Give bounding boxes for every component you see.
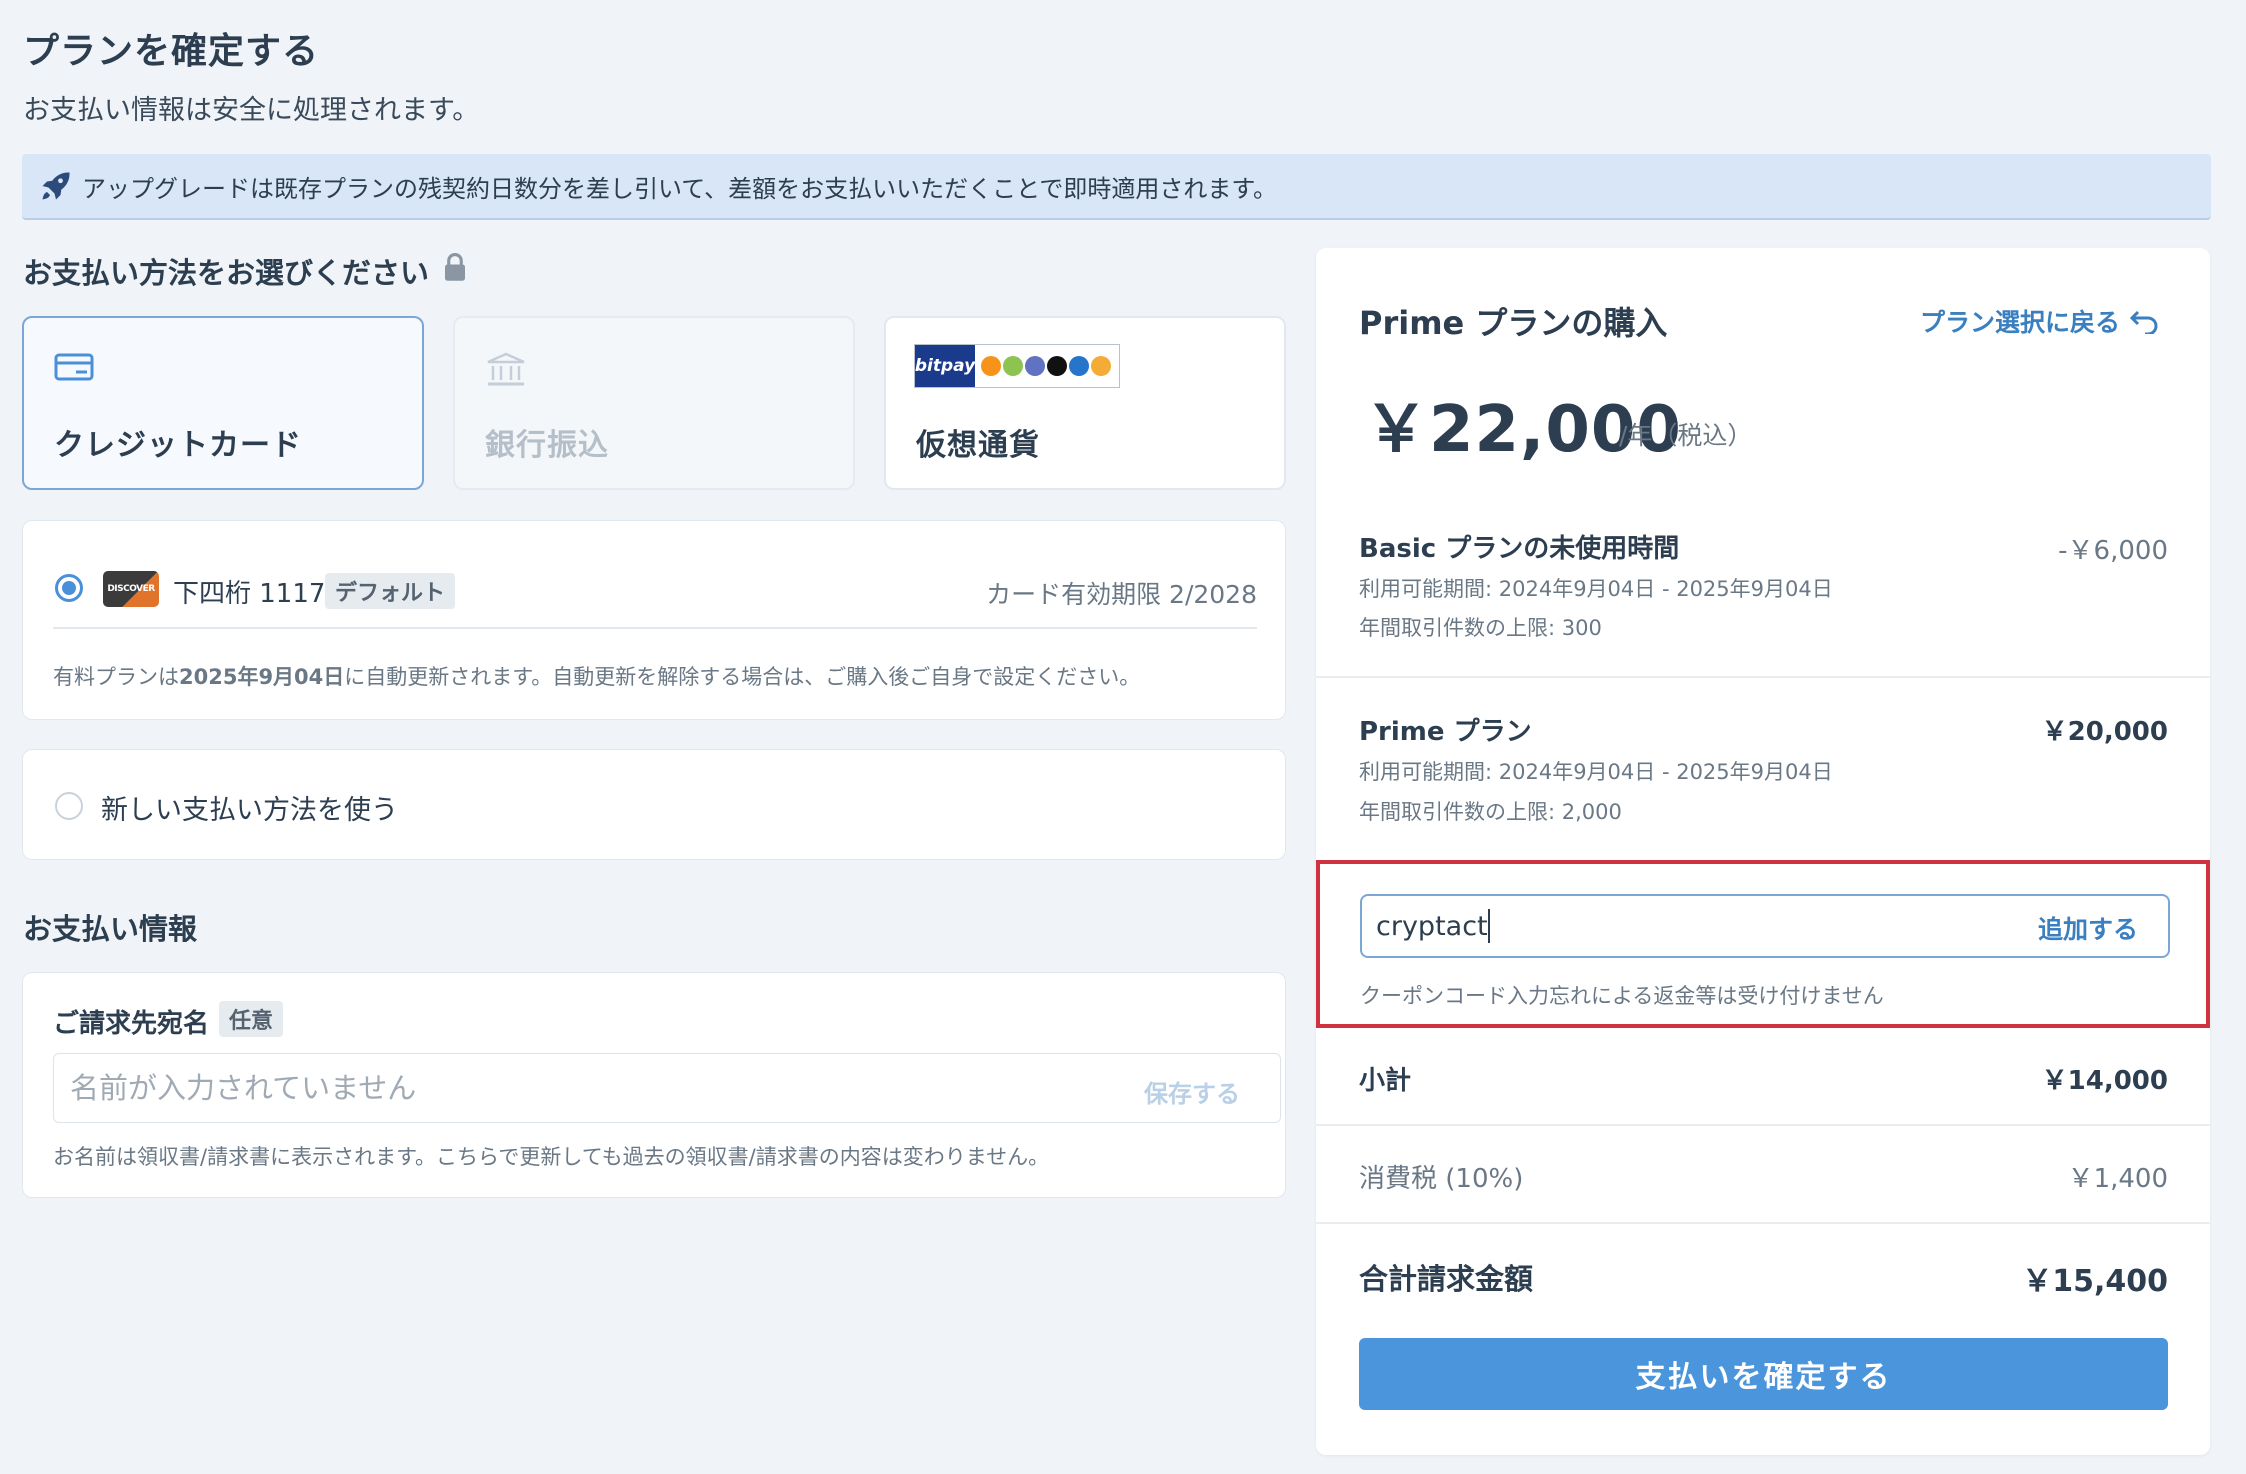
new-method-label: 新しい支払い方法を使う (101, 795, 398, 826)
optional-tag: 任意 (219, 1001, 284, 1037)
method-label-crypto: 仮想通貨 (916, 428, 1040, 463)
bitcoin-cash-icon (1003, 356, 1023, 376)
subtotal-label: 小計 (1359, 1066, 1412, 1096)
method-crypto[interactable]: bitpay 仮想通貨 (884, 316, 1286, 490)
ethereum-icon (1025, 356, 1045, 376)
line-item-title: Basic プランの未使用時間 (1359, 534, 1680, 564)
new-method-radio[interactable] (55, 792, 83, 820)
method-label-bank: 銀行振込 (485, 428, 609, 463)
line-item-limit: 年間取引件数の上限: 300 (1359, 616, 1602, 640)
bitcoin-icon (981, 356, 1001, 376)
summary-divider (1316, 1222, 2210, 1224)
discover-card-icon: DISCOVER (103, 571, 159, 607)
coupon-input[interactable]: cryptact 追加する (1360, 894, 2170, 958)
text-cursor (1487, 909, 1490, 943)
lock-icon (445, 252, 465, 281)
line-item-period: 利用可能期間: 2024年9月04日 - 2025年9月04日 (1359, 760, 1833, 784)
subtotal-amount: ￥14,000 (2041, 1066, 2168, 1096)
xrp-icon (1047, 356, 1067, 376)
coupon-note: クーポンコード入力忘れによる返金等は受け付けません (1360, 984, 1884, 1008)
confirm-payment-button[interactable]: 支払いを確定する (1359, 1338, 2168, 1410)
bank-icon (487, 352, 525, 386)
notice-text: アップグレードは既存プランの残契約日数分を差し引いて、差額をお支払いいただくこと… (82, 174, 1277, 203)
billing-name-field[interactable]: 保存する (53, 1053, 1281, 1123)
billing-name-label: ご請求先宛名 (53, 1009, 210, 1039)
renewal-note-prefix: 有料プランは (53, 665, 179, 689)
default-tag: デフォルト (325, 573, 456, 609)
renewal-date: 2025年9月04日 (179, 665, 345, 689)
price-unit: /年（税込） (1619, 421, 1753, 450)
payment-method-heading: お支払い方法をお選びください (23, 256, 430, 290)
dai-icon (1091, 356, 1111, 376)
bitpay-logo-text: bitpay (915, 345, 975, 387)
coupon-section: cryptact 追加する クーポンコード入力忘れによる返金等は受け付けません (1316, 860, 2210, 1028)
method-bank-transfer: 銀行振込 (453, 316, 855, 490)
billing-heading: お支払い情報 (23, 912, 198, 946)
line-item-limit: 年間取引件数の上限: 2,000 (1359, 800, 1622, 824)
bitpay-crypto-logo: bitpay (914, 344, 1120, 388)
card-last-four: 下四桁 1117 (173, 579, 326, 609)
rocket-icon (42, 172, 70, 200)
billing-name-input[interactable] (70, 1054, 970, 1122)
summary-divider (1316, 1124, 2210, 1126)
usdc-icon (1069, 356, 1089, 376)
billing-panel: ご請求先宛名 任意 保存する お名前は領収書/請求書に表示されます。こちらで更新… (22, 972, 1286, 1198)
summary-divider (1316, 676, 2210, 678)
card-divider (53, 627, 1257, 629)
new-payment-method-option[interactable]: 新しい支払い方法を使う (22, 749, 1286, 860)
total-label: 合計請求金額 (1359, 1262, 1534, 1296)
tax-label: 消費税 (10%) (1359, 1164, 1524, 1194)
renewal-note: 有料プランは2025年9月04日に自動更新されます。自動更新を解除する場合は、ご… (53, 661, 1140, 691)
back-label: プラン選択に戻る (1919, 308, 2120, 337)
line-item-period: 利用可能期間: 2024年9月04日 - 2025年9月04日 (1359, 577, 1833, 601)
total-amount: ￥15,400 (2022, 1264, 2168, 1299)
card-expiry: カード有効期限 2/2028 (986, 580, 1257, 609)
back-to-plan-link[interactable]: プラン選択に戻る (1920, 303, 2160, 339)
billing-note: お名前は領収書/請求書に表示されます。こちらで更新しても過去の領収書/請求書の内… (53, 1145, 1050, 1169)
tax-amount: ￥1,400 (2067, 1164, 2168, 1194)
coupon-value: cryptact (1376, 910, 1488, 942)
line-item-amount: ￥20,000 (2041, 717, 2168, 747)
renewal-note-suffix: に自動更新されます。自動更新を解除する場合は、ご購入後ご自身で設定ください。 (344, 665, 1141, 689)
saved-card-radio[interactable] (55, 574, 83, 602)
save-name-button[interactable]: 保存する (1144, 1074, 1240, 1109)
order-summary-panel: Prime プランの購入 プラン選択に戻る ￥22,000 /年（税込） Bas… (1316, 248, 2210, 1455)
method-credit-card[interactable]: クレジットカード (22, 316, 424, 490)
page-subtitle: お支払い情報は安全に処理されます。 (23, 95, 480, 126)
saved-card-panel: DISCOVER 下四桁 1117 デフォルト カード有効期限 2/2028 有… (22, 520, 1286, 720)
page-title: プランを確定する (23, 31, 320, 72)
line-item-title: Prime プラン (1359, 717, 1532, 747)
summary-title: Prime プランの購入 (1359, 304, 1668, 342)
line-item-amount: -￥6,000 (2058, 536, 2168, 566)
credit-card-icon (54, 353, 94, 381)
method-label-credit-card: クレジットカード (54, 428, 302, 463)
upgrade-notice-banner: アップグレードは既存プランの残契約日数分を差し引いて、差額をお支払いいただくこと… (22, 154, 2211, 220)
undo-arrow-icon (2130, 310, 2158, 334)
add-coupon-button[interactable]: 追加する (2038, 910, 2138, 946)
